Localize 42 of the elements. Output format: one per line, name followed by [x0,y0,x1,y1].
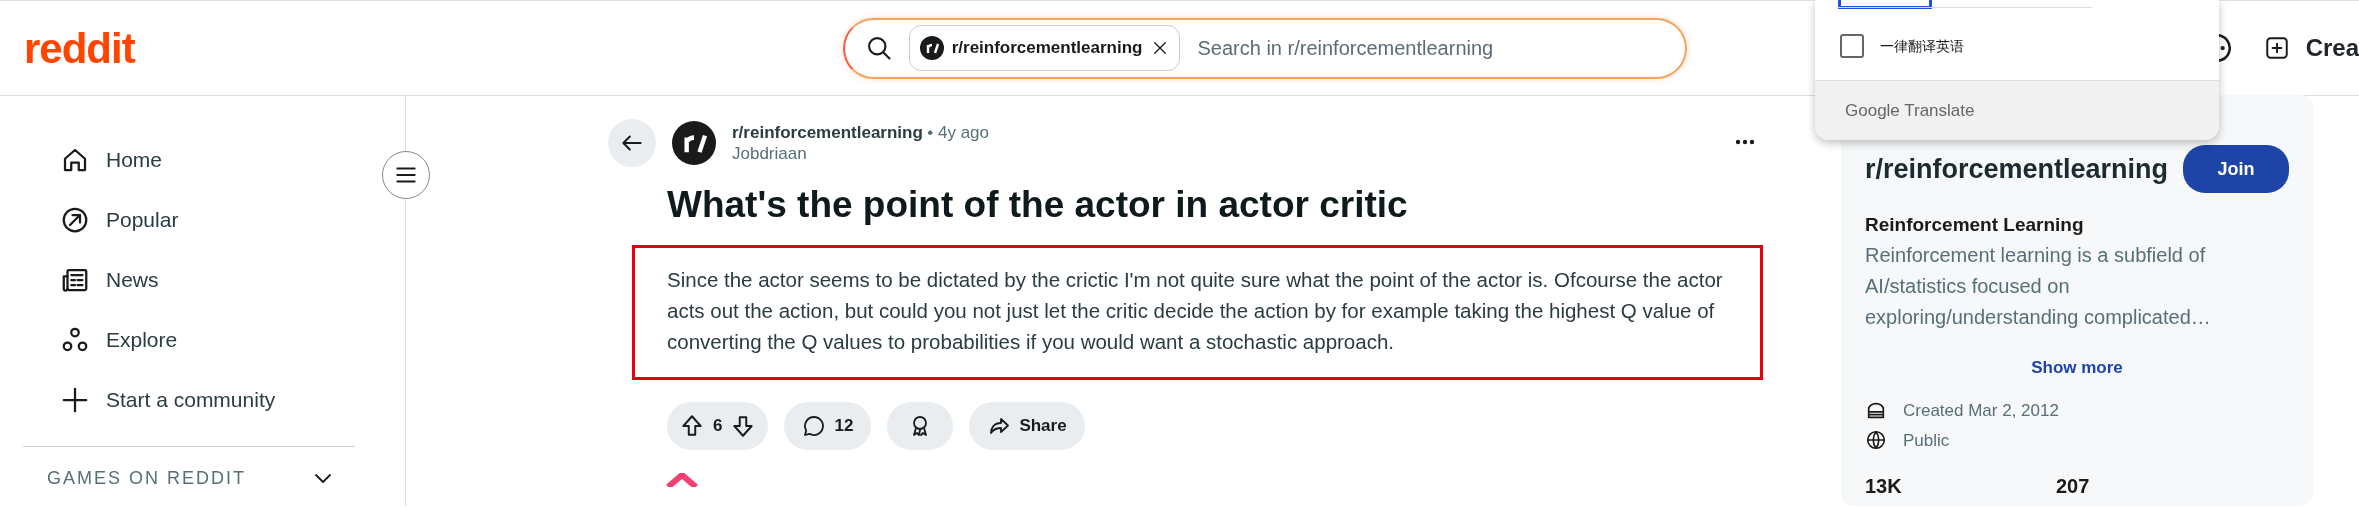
visibility-label: Public [1903,429,1950,452]
always-translate-label: 一律翻译英语 [1880,36,1964,56]
post-title: What's the point of the actor in actor critic [667,183,1409,227]
post-age: • 4y ago [927,123,989,142]
community-avatar-icon [919,36,944,60]
search-field[interactable]: r/reinforcementlearning Search in r/reinforcementlearning [842,17,1687,79]
vote-count: 6 [713,414,723,437]
community-avatar-icon [672,121,716,165]
community-name[interactable]: r/reinforcementlearning [1865,148,2169,190]
ad-logo-icon [665,472,699,487]
community-title: Reinforcement Learning [1865,213,2085,237]
create-button[interactable]: Crea [2257,30,2359,66]
sidebar-item[interactable]: News [23,250,382,310]
plus-icon [60,385,90,415]
show-more-link[interactable]: Show more [2031,357,2123,377]
checkbox[interactable] [1840,34,1864,58]
created-date: Created Mar 2, 2012 [1903,400,2059,422]
section-heading[interactable]: GAMES ON REDDIT [47,464,246,492]
search-input[interactable]: Search in r/reinforcementlearning [1195,32,1665,64]
sidebar-item[interactable]: Explore [23,310,382,370]
plus-square-icon [2263,35,2290,61]
award-button[interactable] [887,401,954,450]
sidebar-item[interactable]: Start a community [23,370,382,430]
more-options-icon[interactable] [1735,139,1755,145]
community-description: Reinforcement learning is a subfield of AI/statistics focused on exploring/understanding complicated… [1865,242,2212,330]
author-name[interactable]: Jobdriaan [732,143,989,164]
comment-icon [802,413,827,438]
menu-button[interactable] [382,151,430,199]
chat-icon [2216,31,2234,65]
sidebar-item[interactable]: Popular [23,190,382,250]
google-translate-logo: Google Translate [1845,99,1975,122]
stat-value: 207 [2056,474,2091,499]
stat-value: 13K [1865,474,1903,499]
sidebar-item[interactable]: Home [23,130,382,190]
community-chip[interactable]: r/reinforcementlearning [908,25,1180,71]
post-body: Since the actor seems to be dictated by the crictic I'm not quite sure what the point of the actor is. Ofcourse the actor acts out the action, but could you not just let the critic decide the action by for example taking the highest Q value of converting the Q values to probabilities if you would want a stochastic approach. [632,244,1763,380]
share-button[interactable]: Share [969,401,1085,450]
comments-button[interactable]: 12 [784,401,872,450]
join-button[interactable]: Join [2183,145,2289,193]
back-button[interactable] [608,119,656,167]
globe-icon [1865,429,1887,452]
subreddit-link[interactable]: r/reinforcementlearning [732,123,923,142]
